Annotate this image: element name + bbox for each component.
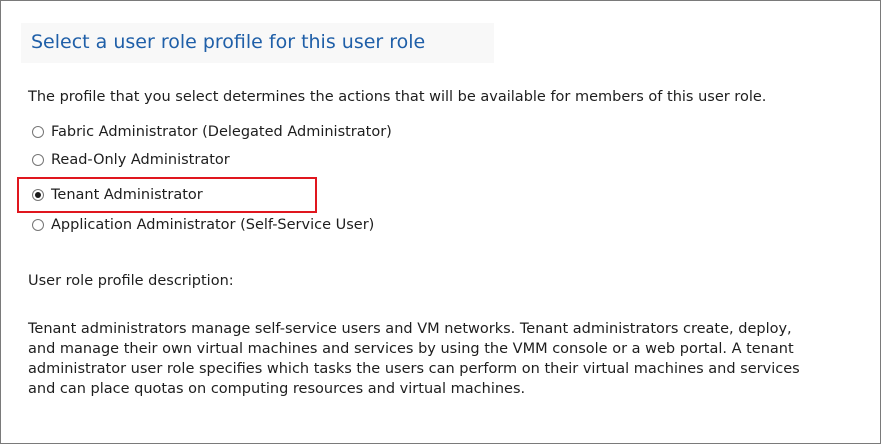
description-heading: User role profile description: (28, 273, 234, 289)
description-line: administrator user role specifies which … (28, 361, 800, 377)
radio-button[interactable] (32, 154, 44, 166)
radio-label: Application Administrator (Self-Service … (51, 217, 375, 233)
intro-text: The profile that you select determines t… (28, 89, 767, 105)
description-line: and manage their own virtual machines an… (28, 341, 794, 357)
radio-label: Fabric Administrator (Delegated Administ… (51, 124, 392, 140)
radio-read-only-administrator[interactable]: Read-Only Administrator (32, 150, 230, 170)
radio-label: Tenant Administrator (51, 187, 203, 203)
description-line: Tenant administrators manage self-servic… (28, 321, 792, 337)
description-line: and can place quotas on computing resour… (28, 381, 526, 397)
radio-application-administrator[interactable]: Application Administrator (Self-Service … (32, 215, 374, 235)
description-text: Tenant administrators manage self-servic… (28, 319, 878, 399)
radio-label: Read-Only Administrator (51, 152, 230, 168)
wizard-page: Select a user role profile for this user… (0, 0, 881, 444)
radio-button-selected[interactable] (32, 189, 44, 201)
radio-button[interactable] (32, 126, 44, 138)
radio-fabric-administrator[interactable]: Fabric Administrator (Delegated Administ… (32, 122, 392, 142)
radio-tenant-administrator[interactable]: Tenant Administrator (32, 185, 203, 205)
radio-button[interactable] (32, 219, 44, 231)
page-title: Select a user role profile for this user… (31, 31, 426, 53)
